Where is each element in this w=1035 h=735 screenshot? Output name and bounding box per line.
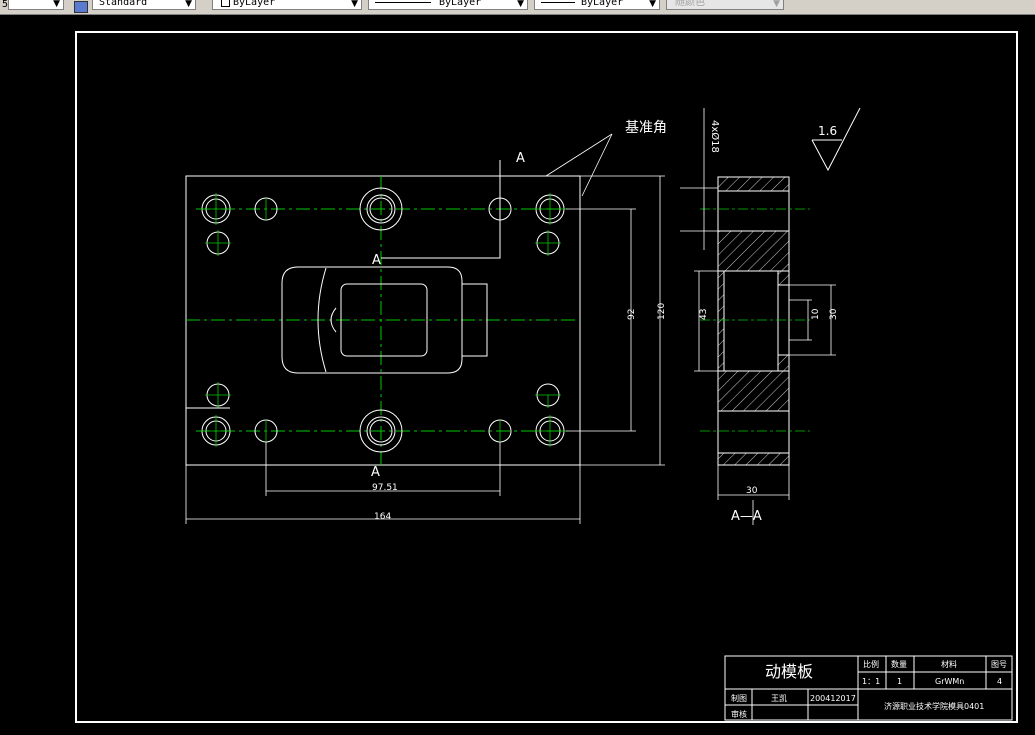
color-dropdown[interactable]: ByLayer ▼ [212,0,362,10]
text-style-value: Standard [99,0,148,8]
drawing-canvas[interactable]: 基准角 A A A A—A 97.51 164 92 120 43 10 30 … [0,15,1035,735]
chevron-down-icon[interactable]: ▼ [185,0,192,9]
drawing-no-value: 4 [997,677,1002,686]
linetype-value: ByLayer [439,0,482,8]
lineweight-line-icon [541,2,575,3]
text-style-icon[interactable] [74,1,88,13]
date-value: 200412017 [810,694,856,703]
dim-30-vertical: 30 [829,308,839,320]
plotstyle-value: 随颜色 [675,0,705,8]
drawn-by-label: 制图 [731,693,747,703]
section-label-mid: A [372,253,381,268]
section-label-bottom: A [371,465,380,480]
chevron-down-icon[interactable]: ▼ [351,0,358,9]
school-name: 济源职业技术学院模具0401 [884,701,984,711]
roughness-value: 1.6 [818,124,837,138]
layer-dropdown[interactable]: ▼ [8,0,64,10]
chevron-down-icon[interactable]: ▼ [649,0,656,9]
dim-10: 10 [811,308,821,320]
material-value: GrWMn [935,677,964,686]
plotstyle-dropdown[interactable]: 随颜色 ▼ [666,0,784,10]
header-scale: 比例 [863,659,879,669]
color-swatch-icon [221,0,230,7]
front-view [185,160,581,466]
chevron-down-icon[interactable]: ▼ [517,0,524,9]
qty-value: 1 [897,677,902,686]
drawing-frame [75,31,1018,723]
lineweight-value: ByLayer [581,0,624,8]
title-block: 动模板 比例 数量 材料 图号 1：1 1 GrWMn 4 制图 王凯 2004… [724,655,1013,721]
drawn-by-value: 王凯 [771,693,787,703]
dim-92: 92 [627,309,637,320]
lineweight-dropdown[interactable]: ByLayer ▼ [534,0,660,10]
properties-toolbar: 5 ▼ Standard ▼ ByLayer ▼ ByLayer ▼ ByLay… [0,0,1035,15]
dim-97-51: 97.51 [372,483,398,493]
linetype-dropdown[interactable]: ByLayer ▼ [368,0,528,10]
dim-164: 164 [374,512,391,522]
header-drawing-no: 图号 [991,660,1007,669]
dim-120: 120 [657,303,667,320]
scale-value: 1：1 [862,677,880,686]
dim-43: 43 [699,309,709,320]
text-style-dropdown[interactable]: Standard ▼ [92,0,196,10]
header-material: 材料 [941,659,957,669]
holes-note: 4xØ18 [709,120,721,153]
section-label-top: A [516,151,525,166]
part-name: 动模板 [765,662,813,681]
chevron-down-icon[interactable]: ▼ [53,0,60,9]
color-value: ByLayer [233,0,276,8]
header-qty: 数量 [891,659,907,669]
checked-label: 审核 [731,709,747,719]
section-view-label: A—A [731,509,762,524]
datum-label: 基准角 [625,119,667,136]
linetype-line-icon [375,2,431,3]
chevron-down-icon[interactable]: ▼ [773,0,780,9]
dim-30-horizontal: 30 [746,486,758,496]
